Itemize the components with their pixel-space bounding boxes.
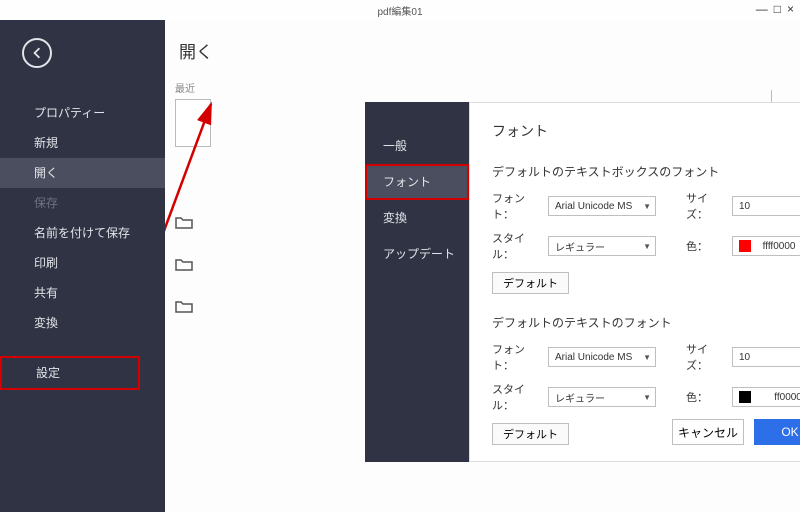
color-select[interactable]: ffff0000▼ <box>732 236 800 256</box>
select-value: Arial Unicode MS <box>555 352 632 363</box>
close-icon[interactable]: × <box>787 2 794 16</box>
recent-label: 最近 <box>175 80 211 95</box>
sidebar-item-label: 名前を付けて保存 <box>34 226 130 240</box>
size-label: サイズ： <box>686 341 726 373</box>
select-value: ffff0000 <box>763 241 796 252</box>
page-title: 開く <box>165 20 800 63</box>
sidebar-item-share[interactable]: 共有 <box>0 278 165 308</box>
folder-icon[interactable] <box>175 299 193 313</box>
section-heading: デフォルトのテキストのフォント <box>492 314 800 331</box>
chevron-down-icon: ▼ <box>643 393 651 402</box>
titlebar: pdf編集01 — □ × <box>0 0 800 20</box>
tab-general[interactable]: 一般 <box>365 128 469 164</box>
default-button[interactable]: デフォルト <box>492 272 569 294</box>
color-label: 色： <box>686 389 726 405</box>
chevron-down-icon: ▼ <box>643 202 651 211</box>
sidebar-item-label: 印刷 <box>34 256 58 270</box>
maximize-icon[interactable]: □ <box>774 2 781 16</box>
sidebar-item-open[interactable]: 開く <box>0 158 165 188</box>
sidebar-item-settings[interactable]: 設定 <box>0 356 140 390</box>
window-title: pdf編集01 <box>377 3 422 18</box>
font-label: フォント： <box>492 341 542 373</box>
chevron-down-icon: ▼ <box>643 242 651 251</box>
settings-panel: × フォント デフォルトのテキストボックスのフォント フォント： Arial U… <box>469 102 800 462</box>
tab-label: フォント <box>383 175 431 189</box>
tab-label: 変換 <box>383 211 407 225</box>
section-heading: デフォルトのテキストボックスのフォント <box>492 163 800 180</box>
window-controls: — □ × <box>756 2 794 16</box>
size-select[interactable]: 10▼ <box>732 196 800 216</box>
size-select[interactable]: 10▼ <box>732 347 800 367</box>
sidebar-item-label: 共有 <box>34 286 58 300</box>
font-select[interactable]: Arial Unicode MS ▼ <box>548 196 656 216</box>
style-label: スタイル： <box>492 230 542 262</box>
select-value: レギュラー <box>555 239 605 254</box>
cancel-button[interactable]: キャンセル <box>672 419 744 445</box>
tab-label: アップデート <box>383 247 455 261</box>
select-value: ff000000 <box>774 392 800 403</box>
folder-icon[interactable] <box>175 215 193 229</box>
size-label: サイズ： <box>686 190 726 222</box>
tab-label: 一般 <box>383 139 407 153</box>
color-swatch-icon <box>739 391 751 403</box>
style-label: スタイル： <box>492 381 542 413</box>
ok-button[interactable]: OK <box>754 419 800 445</box>
color-swatch-icon <box>739 240 751 252</box>
back-button[interactable] <box>22 38 52 68</box>
folder-list <box>175 215 193 313</box>
folder-icon[interactable] <box>175 257 193 271</box>
font-select[interactable]: Arial Unicode MS ▼ <box>548 347 656 367</box>
color-select[interactable]: ff000000 <box>732 387 800 407</box>
sidebar-item-label: 変換 <box>34 316 58 330</box>
select-value: Arial Unicode MS <box>555 201 632 212</box>
sidebar-item-new[interactable]: 新規 <box>0 128 165 158</box>
sidebar-item-save-as[interactable]: 名前を付けて保存 <box>0 218 165 248</box>
sidebar-item-label: 保存 <box>34 196 58 210</box>
style-select[interactable]: レギュラー ▼ <box>548 387 656 407</box>
sidebar-item-save: 保存 <box>0 188 165 218</box>
tab-update[interactable]: アップデート <box>365 236 469 272</box>
sidebar-item-label: プロパティー <box>34 106 105 120</box>
panel-title: フォント <box>492 121 800 141</box>
minimize-icon[interactable]: — <box>756 2 768 16</box>
content-area: 開く 最近 一般 フォント 変換 アップデート × フォント デフォルトのテキス… <box>165 20 800 512</box>
tab-convert[interactable]: 変換 <box>365 200 469 236</box>
settings-tabs: 一般 フォント 変換 アップデート <box>365 102 469 462</box>
sidebar-item-label: 開く <box>34 166 58 180</box>
sidebar-item-print[interactable]: 印刷 <box>0 248 165 278</box>
select-value: レギュラー <box>555 390 605 405</box>
tab-font[interactable]: フォント <box>365 164 469 200</box>
select-value: 10 <box>739 201 750 212</box>
default-button[interactable]: デフォルト <box>492 423 569 445</box>
recent-section: 最近 <box>175 80 211 147</box>
sidebar-item-properties[interactable]: プロパティー <box>0 98 165 128</box>
style-select[interactable]: レギュラー ▼ <box>548 236 656 256</box>
document-thumbnail[interactable] <box>175 99 211 147</box>
select-value: 10 <box>739 352 750 363</box>
color-label: 色： <box>686 238 726 254</box>
sidebar-item-label: 新規 <box>34 136 58 150</box>
sidebar: プロパティー 新規 開く 保存 名前を付けて保存 印刷 共有 変換 設定 <box>0 20 165 512</box>
font-label: フォント： <box>492 190 542 222</box>
chevron-left-icon <box>31 47 43 59</box>
sidebar-item-convert[interactable]: 変換 <box>0 308 165 338</box>
sidebar-item-label: 設定 <box>36 366 60 380</box>
chevron-down-icon: ▼ <box>643 353 651 362</box>
